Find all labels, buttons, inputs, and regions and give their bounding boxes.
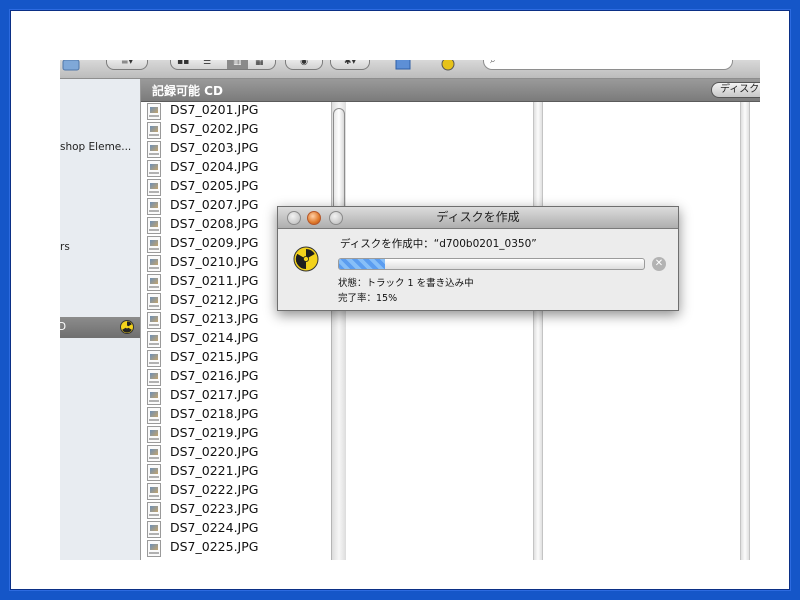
file-name: DS7_0210.JPG [170,254,259,269]
file-name: DS7_0215.JPG [170,349,259,364]
column-header-title: 記録可能 CD [152,84,223,98]
sidebar-item-folder[interactable]: rs [60,241,70,253]
action-menu-button[interactable]: ≡▾ [106,60,148,70]
burn-disc-dialog: ディスクを作成 ディスクを作成中：“d700b0201_0350” ✕ 状態：ト… [277,206,679,311]
jpeg-file-icon [147,141,161,158]
minimize-window-button[interactable] [307,211,321,225]
sidebar: shop Eleme... rs D [60,79,141,560]
toolbar: ≡▾ ▪▪ ☰ ▥ ▦ ◉ ✱▾ ⌕ [60,60,760,79]
file-name: DS7_0213.JPG [170,311,259,326]
jpeg-file-icon [147,331,161,348]
file-name: DS7_0205.JPG [170,178,259,193]
file-list: DS7_0201.JPG DS7_0202.JPG DS7_0203.JPG DS7_… [141,102,331,560]
jpeg-file-icon [147,255,161,272]
burn-icon [293,246,319,276]
burn-disc-button[interactable]: ディスク [711,82,760,98]
dialog-message: ディスクを作成中：“d700b0201_0350” [340,238,537,250]
cancel-icon[interactable]: ✕ [652,257,666,271]
jpeg-file-icon [147,388,161,405]
quicklook-button[interactable]: ◉ [285,60,323,70]
jpeg-file-icon [147,236,161,253]
file-name: DS7_0217.JPG [170,387,259,402]
column-view-icon[interactable]: ▥ [227,60,248,69]
jpeg-file-icon [147,293,161,310]
file-name: DS7_0214.JPG [170,330,259,345]
jpeg-file-icon [147,217,161,234]
jpeg-file-icon [147,540,161,557]
jpeg-file-icon [147,198,161,215]
sidebar-item-label: rs [60,241,70,253]
close-window-button[interactable] [287,211,301,225]
status-text: 状態：トラック 1 を書き込み中 [338,278,474,289]
file-name: DS7_0212.JPG [170,292,259,307]
icon-view-icon[interactable]: ▪▪ [177,60,189,69]
file-name: DS7_0222.JPG [170,482,259,497]
jpeg-file-icon [147,103,161,120]
sidebar-item-burn-cd[interactable]: D [60,317,140,338]
jpeg-file-icon [147,122,161,139]
dialog-title: ディスクを作成 [436,210,520,224]
file-name: DS7_0211.JPG [170,273,259,288]
file-name: DS7_0207.JPG [170,197,259,212]
completion-rate-text: 完了率：15% [338,293,398,304]
file-name: DS7_0202.JPG [170,121,259,136]
view-mode-buttons[interactable]: ▪▪ ☰ ▥ ▦ [170,60,276,70]
list-view-icon[interactable]: ☰ [203,60,211,69]
jpeg-file-icon [147,350,161,367]
file-name: DS7_0221.JPG [170,463,259,478]
jpeg-file-icon [147,426,161,443]
jpeg-file-icon [147,464,161,481]
coverflow-view-icon[interactable]: ▦ [255,60,264,69]
file-name: DS7_0225.JPG [170,539,259,554]
gear-menu-button[interactable]: ✱▾ [330,60,370,70]
progress-fill [339,259,385,269]
sidebar-item-photoshop[interactable]: shop Eleme... [60,141,131,153]
jpeg-file-icon [147,312,161,329]
column-header: 記録可能 CD ディスク [141,79,760,102]
file-name: DS7_0204.JPG [170,159,259,174]
jpeg-file-icon [147,160,161,177]
file-name: DS7_0201.JPG [170,102,259,117]
jpeg-file-icon [147,179,161,196]
jpeg-file-icon [147,274,161,291]
dialog-titlebar[interactable]: ディスクを作成 [278,207,678,229]
sidebar-item-label: shop Eleme... [60,141,132,153]
drive-icon[interactable] [394,60,412,70]
dialog-body: ディスクを作成中：“d700b0201_0350” ✕ 状態：トラック 1 を書… [278,229,678,310]
jpeg-file-icon [147,407,161,424]
file-name: DS7_0208.JPG [170,216,259,231]
file-name: DS7_0209.JPG [170,235,259,250]
file-name: DS7_0224.JPG [170,520,259,535]
jpeg-file-icon [147,445,161,462]
zoom-window-button[interactable] [329,211,343,225]
file-name: DS7_0216.JPG [170,368,259,383]
search-field[interactable]: ⌕ [483,60,733,70]
column-divider[interactable] [740,102,750,560]
column-divider[interactable] [533,102,543,560]
file-name: DS7_0203.JPG [170,140,259,155]
burn-icon[interactable] [120,320,134,337]
folder-icon[interactable] [62,60,80,71]
search-icon: ⌕ [490,60,496,66]
file-name: DS7_0219.JPG [170,425,259,440]
file-name: DS7_0223.JPG [170,501,259,516]
jpeg-file-icon [147,502,161,519]
jpeg-file-icon [147,521,161,538]
jpeg-file-icon [147,369,161,386]
jpeg-file-icon [147,483,161,500]
progress-bar [338,258,645,270]
file-name: DS7_0218.JPG [170,406,259,421]
file-name: DS7_0220.JPG [170,444,259,459]
burn-toolbar-icon[interactable] [440,60,458,71]
sidebar-item-label: D [60,321,67,333]
